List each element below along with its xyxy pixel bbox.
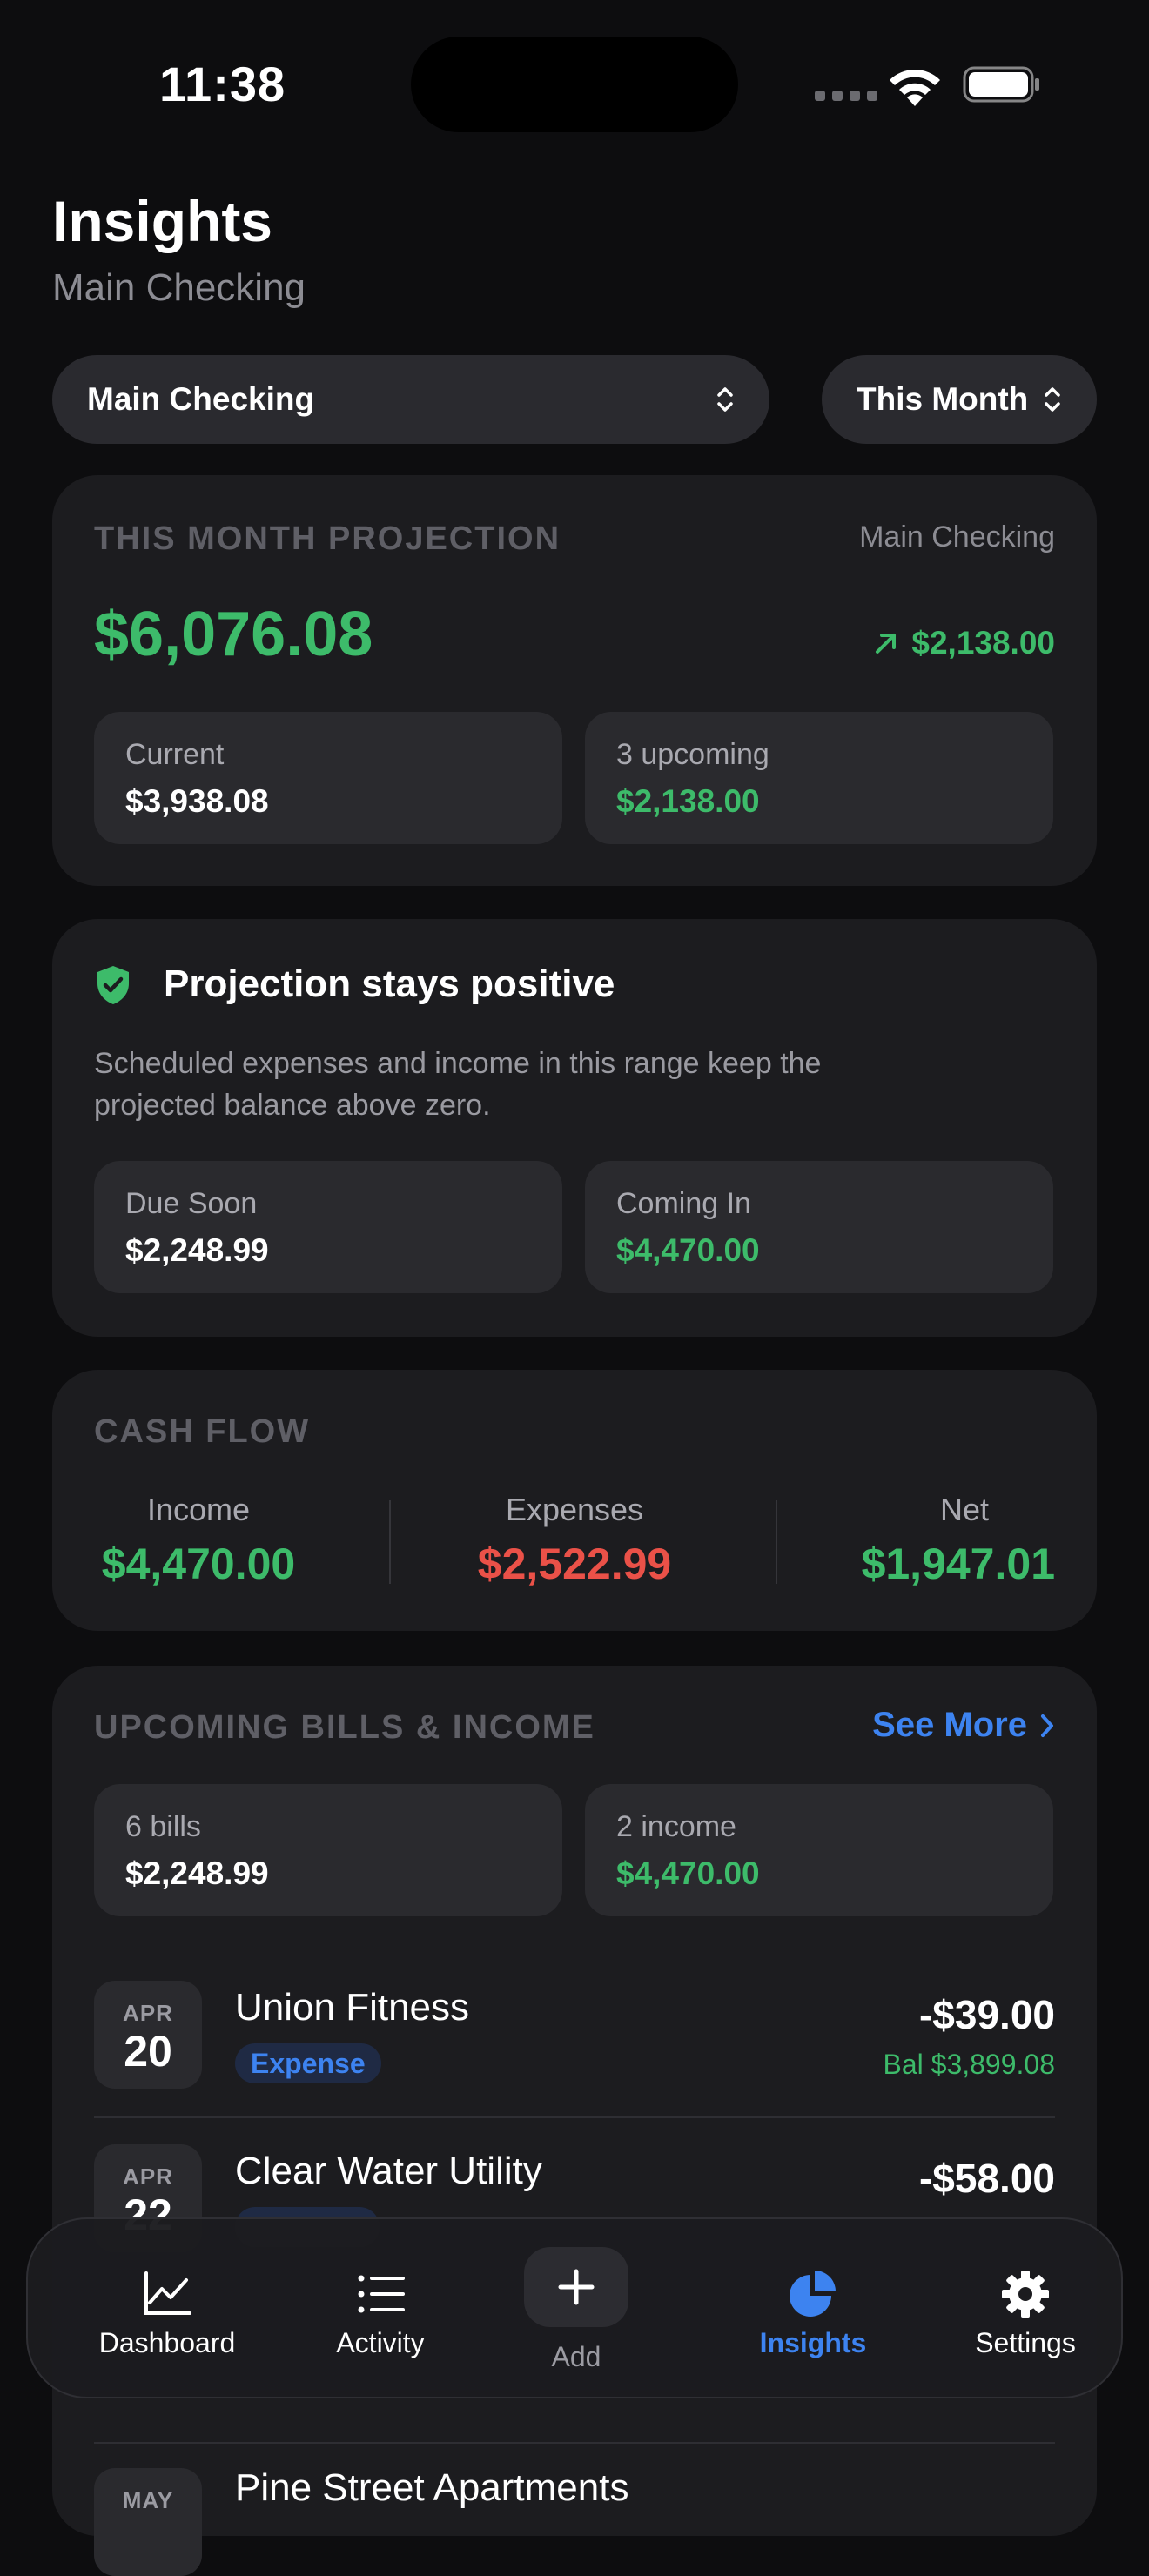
see-more-label: See More	[872, 1706, 1027, 1744]
item-amount: -$58.00	[918, 2156, 1055, 2201]
projection-card: THIS MONTH PROJECTION Main Checking $6,0…	[52, 475, 1097, 886]
status-description: Scheduled expenses and income in this ra…	[94, 1043, 821, 1126]
account-picker[interactable]: Main Checking	[52, 355, 769, 444]
upcoming-value: $2,138.00	[616, 783, 760, 819]
tab-settings[interactable]: Settings	[930, 2219, 1121, 2400]
projection-status-card: Projection stays positive Scheduled expe…	[52, 919, 1097, 1337]
projection-heading: THIS MONTH PROJECTION	[94, 520, 561, 557]
divider	[389, 1500, 391, 1584]
income-value: $4,470.00	[101, 1540, 296, 1588]
cash-flow-heading: CASH FLOW	[94, 1413, 311, 1450]
chevron-up-down-icon	[1045, 387, 1060, 412]
expenses-column: Expenses $2,522.99	[453, 1492, 696, 1589]
coming-in-label: Coming In	[616, 1187, 751, 1220]
expenses-label: Expenses	[505, 1492, 644, 1527]
current-balance-tile: Current $3,938.08	[94, 712, 562, 844]
due-soon-label: Due Soon	[125, 1187, 258, 1220]
tab-label: Activity	[336, 2327, 425, 2358]
coming-in-tile: Coming In $4,470.00	[585, 1161, 1053, 1293]
battery-icon	[963, 66, 1039, 103]
pie-chart-icon	[790, 2271, 836, 2317]
chevron-up-down-icon	[717, 387, 733, 412]
period-picker[interactable]: This Month	[822, 355, 1097, 444]
page-title: Insights	[52, 189, 273, 253]
item-name: Clear Water Utility	[235, 2150, 542, 2192]
income-column: Income $4,470.00	[94, 1492, 303, 1589]
tab-bar: Dashboard Activity Add Insights Settings	[26, 2217, 1123, 2398]
date-month: MAY	[122, 2487, 174, 2513]
tab-label: Dashboard	[98, 2327, 236, 2358]
due-soon-value: $2,248.99	[125, 1232, 269, 1268]
current-value: $3,938.08	[125, 783, 269, 819]
shield-check-icon	[97, 966, 129, 1004]
current-label: Current	[125, 738, 225, 771]
projection-account: Main Checking	[859, 520, 1055, 553]
due-soon-tile: Due Soon $2,248.99	[94, 1161, 562, 1293]
period-picker-label: This Month	[857, 381, 1029, 417]
income-label: Income	[146, 1492, 251, 1527]
projection-change: $2,138.00	[873, 625, 1055, 661]
net-value: $1,947.01	[861, 1540, 1055, 1588]
list-item[interactable]: MAY Pine Street Apartments	[94, 2466, 1055, 2576]
upcoming-heading: UPCOMING BILLS & INCOME	[94, 1709, 595, 1746]
bills-summary-tile: 6 bills $2,248.99	[94, 1784, 562, 1916]
item-balance: Bal $3,899.08	[883, 2049, 1056, 2080]
income-count-label: 2 income	[616, 1810, 736, 1843]
add-button[interactable]	[524, 2247, 628, 2327]
item-amount: -$39.00	[918, 1992, 1055, 2037]
upcoming-label: 3 upcoming	[616, 738, 769, 771]
wifi-icon	[890, 69, 940, 106]
expenses-value: $2,522.99	[477, 1540, 672, 1588]
gear-icon	[1002, 2271, 1049, 2318]
bills-count-label: 6 bills	[125, 1810, 201, 1843]
date-month: APR	[123, 2000, 173, 2026]
divider	[94, 2442, 1055, 2444]
item-name: Union Fitness	[235, 1986, 470, 2029]
upcoming-tile: 3 upcoming $2,138.00	[585, 712, 1053, 844]
date-month: APR	[123, 2163, 173, 2190]
bills-total: $2,248.99	[125, 1855, 269, 1891]
list-icon	[358, 2275, 405, 2313]
projected-balance: $6,076.08	[94, 600, 373, 669]
net-label: Net	[939, 1492, 989, 1527]
status-title: Projection stays positive	[164, 963, 615, 1005]
date-badge: APR 20	[94, 1981, 202, 2089]
coming-in-value: $4,470.00	[616, 1232, 760, 1268]
status-description-line: projected balance above zero.	[94, 1089, 491, 1122]
date-day: 20	[124, 2027, 172, 2076]
account-picker-label: Main Checking	[87, 381, 315, 417]
item-name: Pine Street Apartments	[235, 2466, 629, 2509]
net-column: Net $1,947.01	[846, 1492, 1055, 1589]
status-time: 11:38	[159, 57, 286, 111]
income-total: $4,470.00	[616, 1855, 760, 1891]
tab-label: Insights	[759, 2327, 867, 2358]
plus-icon	[558, 2269, 595, 2305]
list-item[interactable]: APR 20 Union Fitness Expense -$39.00 Bal…	[94, 1981, 1055, 2143]
date-badge: MAY	[94, 2468, 202, 2576]
cellular-signal-icon	[815, 91, 877, 101]
tab-dashboard[interactable]: Dashboard	[71, 2219, 263, 2400]
projection-change-value: $2,138.00	[911, 625, 1055, 661]
divider	[94, 2116, 1055, 2118]
status-description-line: Scheduled expenses and income in this ra…	[94, 1047, 822, 1080]
page-subtitle: Main Checking	[52, 266, 306, 309]
add-label: Add	[551, 2341, 601, 2372]
type-badge: Expense	[235, 2043, 381, 2083]
dynamic-island	[411, 37, 738, 132]
arrow-up-right-icon	[876, 634, 897, 654]
divider	[776, 1500, 777, 1584]
income-summary-tile: 2 income $4,470.00	[585, 1784, 1053, 1916]
tab-label: Settings	[975, 2327, 1076, 2358]
tab-insights[interactable]: Insights	[717, 2219, 909, 2400]
see-more-button[interactable]: See More	[872, 1706, 1055, 1745]
line-chart-icon	[144, 2271, 192, 2315]
tab-activity[interactable]: Activity	[285, 2219, 476, 2400]
cash-flow-card: CASH FLOW Income $4,470.00 Expenses $2,5…	[52, 1370, 1097, 1631]
chevron-right-icon	[1041, 1714, 1053, 1737]
